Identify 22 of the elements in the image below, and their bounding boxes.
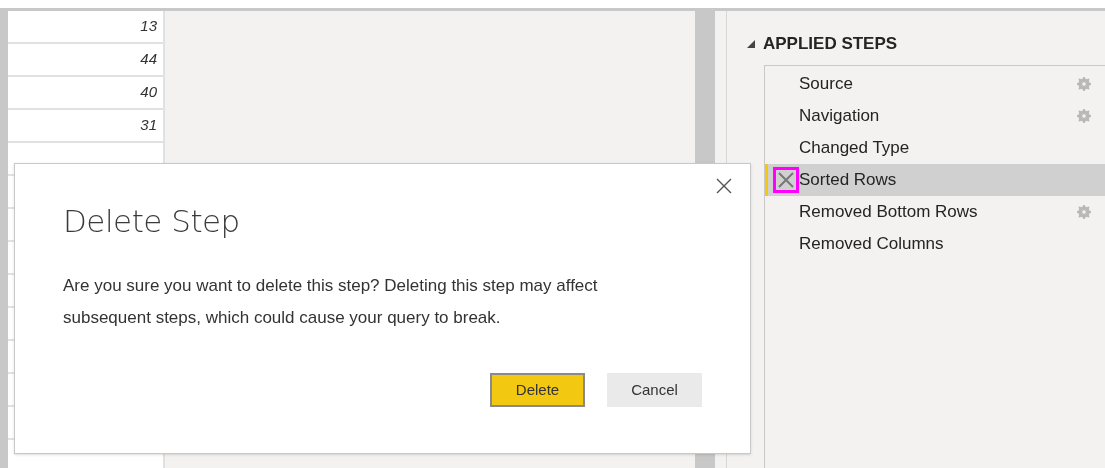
step-item[interactable]: Removed Columns: [765, 228, 1105, 260]
delete-button[interactable]: Delete: [490, 373, 585, 407]
cancel-button[interactable]: Cancel: [607, 373, 702, 407]
table-cell: 31: [8, 110, 163, 143]
step-item[interactable]: Changed Type: [765, 132, 1105, 164]
table-cell: 13: [8, 11, 163, 44]
close-icon: [716, 178, 732, 194]
table-cell: 40: [8, 77, 163, 110]
dialog-title: Delete Step: [63, 202, 240, 241]
dialog-message: Are you sure you want to delete this step? Deleting this step may affect subsequent steps, which could cause your query to break.: [63, 275, 599, 329]
step-item[interactable]: Sorted Rows: [765, 164, 1105, 196]
gear-icon[interactable]: [1077, 77, 1091, 91]
collapse-triangle-icon[interactable]: [747, 40, 755, 48]
close-button[interactable]: [714, 176, 734, 196]
gear-icon[interactable]: [1077, 109, 1091, 123]
step-item[interactable]: Navigation: [765, 100, 1105, 132]
step-item[interactable]: Removed Bottom Rows: [765, 196, 1105, 228]
table-cell: 44: [8, 44, 163, 77]
step-item[interactable]: Source: [765, 68, 1105, 100]
panel-heading: APPLIED STEPS: [763, 33, 898, 56]
gear-icon[interactable]: [1077, 205, 1091, 219]
delete-step-icon[interactable]: [773, 167, 799, 193]
